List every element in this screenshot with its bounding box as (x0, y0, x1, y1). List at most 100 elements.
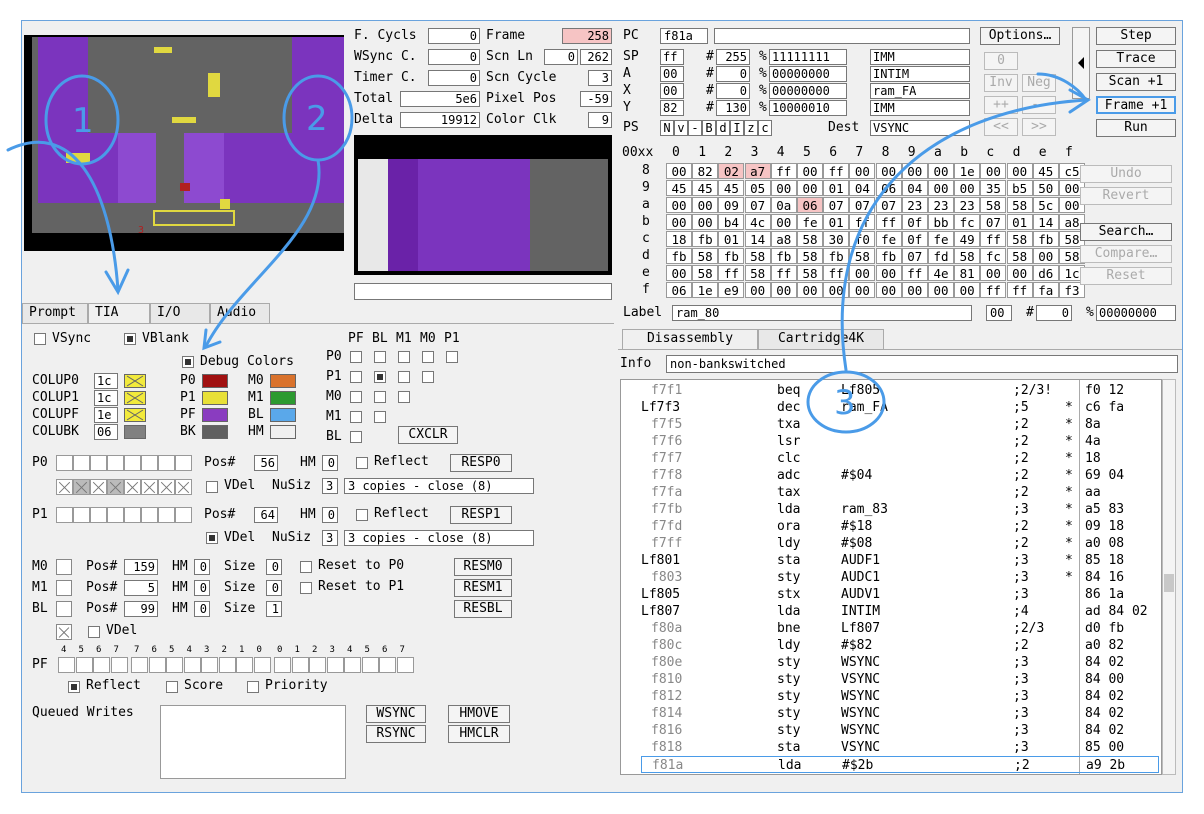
cxclr-button[interactable]: CXCLR (398, 426, 458, 444)
ram-cell[interactable]: 06 (875, 180, 902, 196)
graphics-bit[interactable] (175, 455, 192, 471)
pf-bit[interactable] (148, 657, 166, 673)
inc-button[interactable]: ++ (984, 96, 1018, 114)
frame-value[interactable]: 258 (562, 28, 612, 44)
ram-cell[interactable]: 00 (928, 282, 954, 298)
resp1-button[interactable]: RESP1 (450, 506, 512, 524)
ram-cell[interactable]: 02 (718, 163, 745, 179)
ram-cell[interactable]: 07 (901, 248, 928, 264)
ram-cell[interactable]: 00 (849, 163, 876, 179)
graphics-bit[interactable] (175, 479, 192, 495)
ram-cell[interactable]: b5 (1006, 180, 1033, 196)
collision-checkbox[interactable] (350, 431, 362, 443)
ram-cell[interactable]: fd (928, 248, 954, 264)
graphics-bit[interactable] (107, 455, 124, 471)
graphics-bit[interactable] (56, 507, 73, 523)
ram-cell[interactable]: fc (954, 214, 981, 230)
disasm-row[interactable]: f7ff ldy #$08 ;2 * a0 08 (621, 535, 1159, 552)
ram-cell[interactable]: ff (849, 214, 876, 230)
graphics-bit[interactable] (90, 507, 107, 523)
disasm-row[interactable]: f803 sty AUDC1 ;3 * 84 16 (621, 569, 1159, 586)
ram-cell[interactable]: 09 (718, 197, 745, 213)
step-button[interactable]: Step (1096, 27, 1176, 45)
ram-cell[interactable]: fe (928, 231, 954, 247)
ram-cell[interactable]: 00 (980, 265, 1007, 281)
collision-checkbox[interactable] (422, 371, 434, 383)
ram-cell[interactable]: fb (1032, 231, 1059, 247)
resm1-button[interactable]: RESM1 (454, 579, 512, 597)
colu-value[interactable]: 1e (94, 407, 118, 423)
y-bin[interactable]: 10000010 (769, 100, 847, 116)
ram-cell[interactable]: 58 (744, 248, 771, 264)
pf-bit[interactable] (110, 657, 128, 673)
ram-cell[interactable]: b4 (718, 214, 745, 230)
scrollbar-thumb[interactable] (1164, 574, 1174, 592)
scnln-value-a[interactable]: 0 (544, 49, 578, 65)
bl-graphic[interactable] (56, 601, 72, 617)
ram-cell[interactable]: 0f (901, 214, 928, 230)
ram-cell[interactable]: 35 (980, 180, 1007, 196)
graphics-bit[interactable] (141, 455, 158, 471)
wsync-value[interactable]: 0 (428, 49, 480, 65)
rsync-button[interactable]: RSYNC (366, 725, 426, 743)
ram-cell[interactable]: 06 (666, 282, 692, 298)
flag-v[interactable]: v (674, 120, 688, 136)
pf-bit[interactable] (58, 657, 75, 673)
ram-cell[interactable]: 00 (692, 197, 719, 213)
ram-cell[interactable]: 58 (692, 265, 719, 281)
ram-cell[interactable]: 00 (823, 282, 850, 298)
priority-checkbox[interactable] (247, 681, 259, 693)
disasm-row[interactable]: f818 sta VSYNC ;3 85 00 (621, 739, 1159, 756)
vsync-checkbox[interactable] (34, 333, 46, 345)
total-value[interactable]: 5e6 (400, 91, 480, 107)
graphics-bit[interactable] (107, 479, 124, 495)
ram-cell[interactable]: 4c (744, 214, 771, 230)
graphics-bit[interactable] (73, 479, 90, 495)
m0-hm[interactable]: 0 (194, 559, 210, 575)
tab-audio[interactable]: Audio (210, 303, 270, 323)
disasm-row[interactable]: f7f6 lsr ;2 * 4a (621, 433, 1159, 450)
search-button[interactable]: Search… (1080, 223, 1172, 241)
ram-cell[interactable]: 00 (744, 282, 771, 298)
m1-graphic[interactable] (56, 580, 72, 596)
dec-button[interactable]: -- (1022, 96, 1056, 114)
pc-label-field[interactable] (714, 28, 970, 44)
ram-cell[interactable]: 00 (666, 197, 692, 213)
ram-bin-field[interactable]: 00000000 (1096, 305, 1176, 321)
ram-cell[interactable]: f0 (849, 231, 876, 247)
debug-colors-checkbox[interactable] (182, 356, 194, 368)
colu-value[interactable]: 06 (94, 424, 118, 440)
ram-cell[interactable]: 00 (666, 214, 692, 230)
ram-cell[interactable]: 58 (692, 248, 719, 264)
tab-prompt[interactable]: Prompt (22, 303, 88, 323)
ram-cell[interactable]: fa (1032, 282, 1059, 298)
f-cycls-value[interactable]: 0 (428, 28, 480, 44)
a-dec[interactable]: 0 (716, 66, 750, 82)
ram-cell[interactable]: 14 (744, 231, 771, 247)
ram-cell[interactable]: 58 (797, 265, 823, 281)
disasm-row[interactable]: f81a lda #$2b ;2 a9 2b (641, 756, 1159, 773)
bl-hm[interactable]: 0 (194, 601, 210, 617)
disasm-row[interactable]: f816 sty WSYNC ;3 84 02 (621, 722, 1159, 739)
x-bin[interactable]: 00000000 (769, 83, 847, 99)
collision-checkbox[interactable] (374, 411, 386, 423)
undo-button[interactable]: Undo (1080, 165, 1172, 183)
disasm-row[interactable]: f80c ldy #$82 ;2 a0 82 (621, 637, 1159, 654)
collision-checkbox[interactable] (374, 391, 386, 403)
ram-hex-field[interactable]: 00 (986, 305, 1012, 321)
sp-hex[interactable]: ff (660, 49, 684, 65)
ram-cell[interactable]: 82 (692, 163, 719, 179)
pf-bit[interactable] (326, 657, 344, 673)
ram-cell[interactable]: 00 (666, 265, 692, 281)
m1-pos[interactable]: 5 (124, 580, 158, 596)
graphics-bit[interactable] (56, 455, 73, 471)
ram-cell[interactable]: 07 (980, 214, 1007, 230)
graphics-bit[interactable] (158, 507, 175, 523)
collision-checkbox[interactable] (350, 391, 362, 403)
ram-cell[interactable]: 58 (1006, 197, 1033, 213)
ram-cell[interactable]: 0a (770, 197, 797, 213)
ram-cell[interactable]: fe (797, 214, 823, 230)
ram-cell[interactable]: 30 (823, 231, 850, 247)
flag-i[interactable]: I (730, 120, 744, 136)
collision-checkbox[interactable] (350, 411, 362, 423)
